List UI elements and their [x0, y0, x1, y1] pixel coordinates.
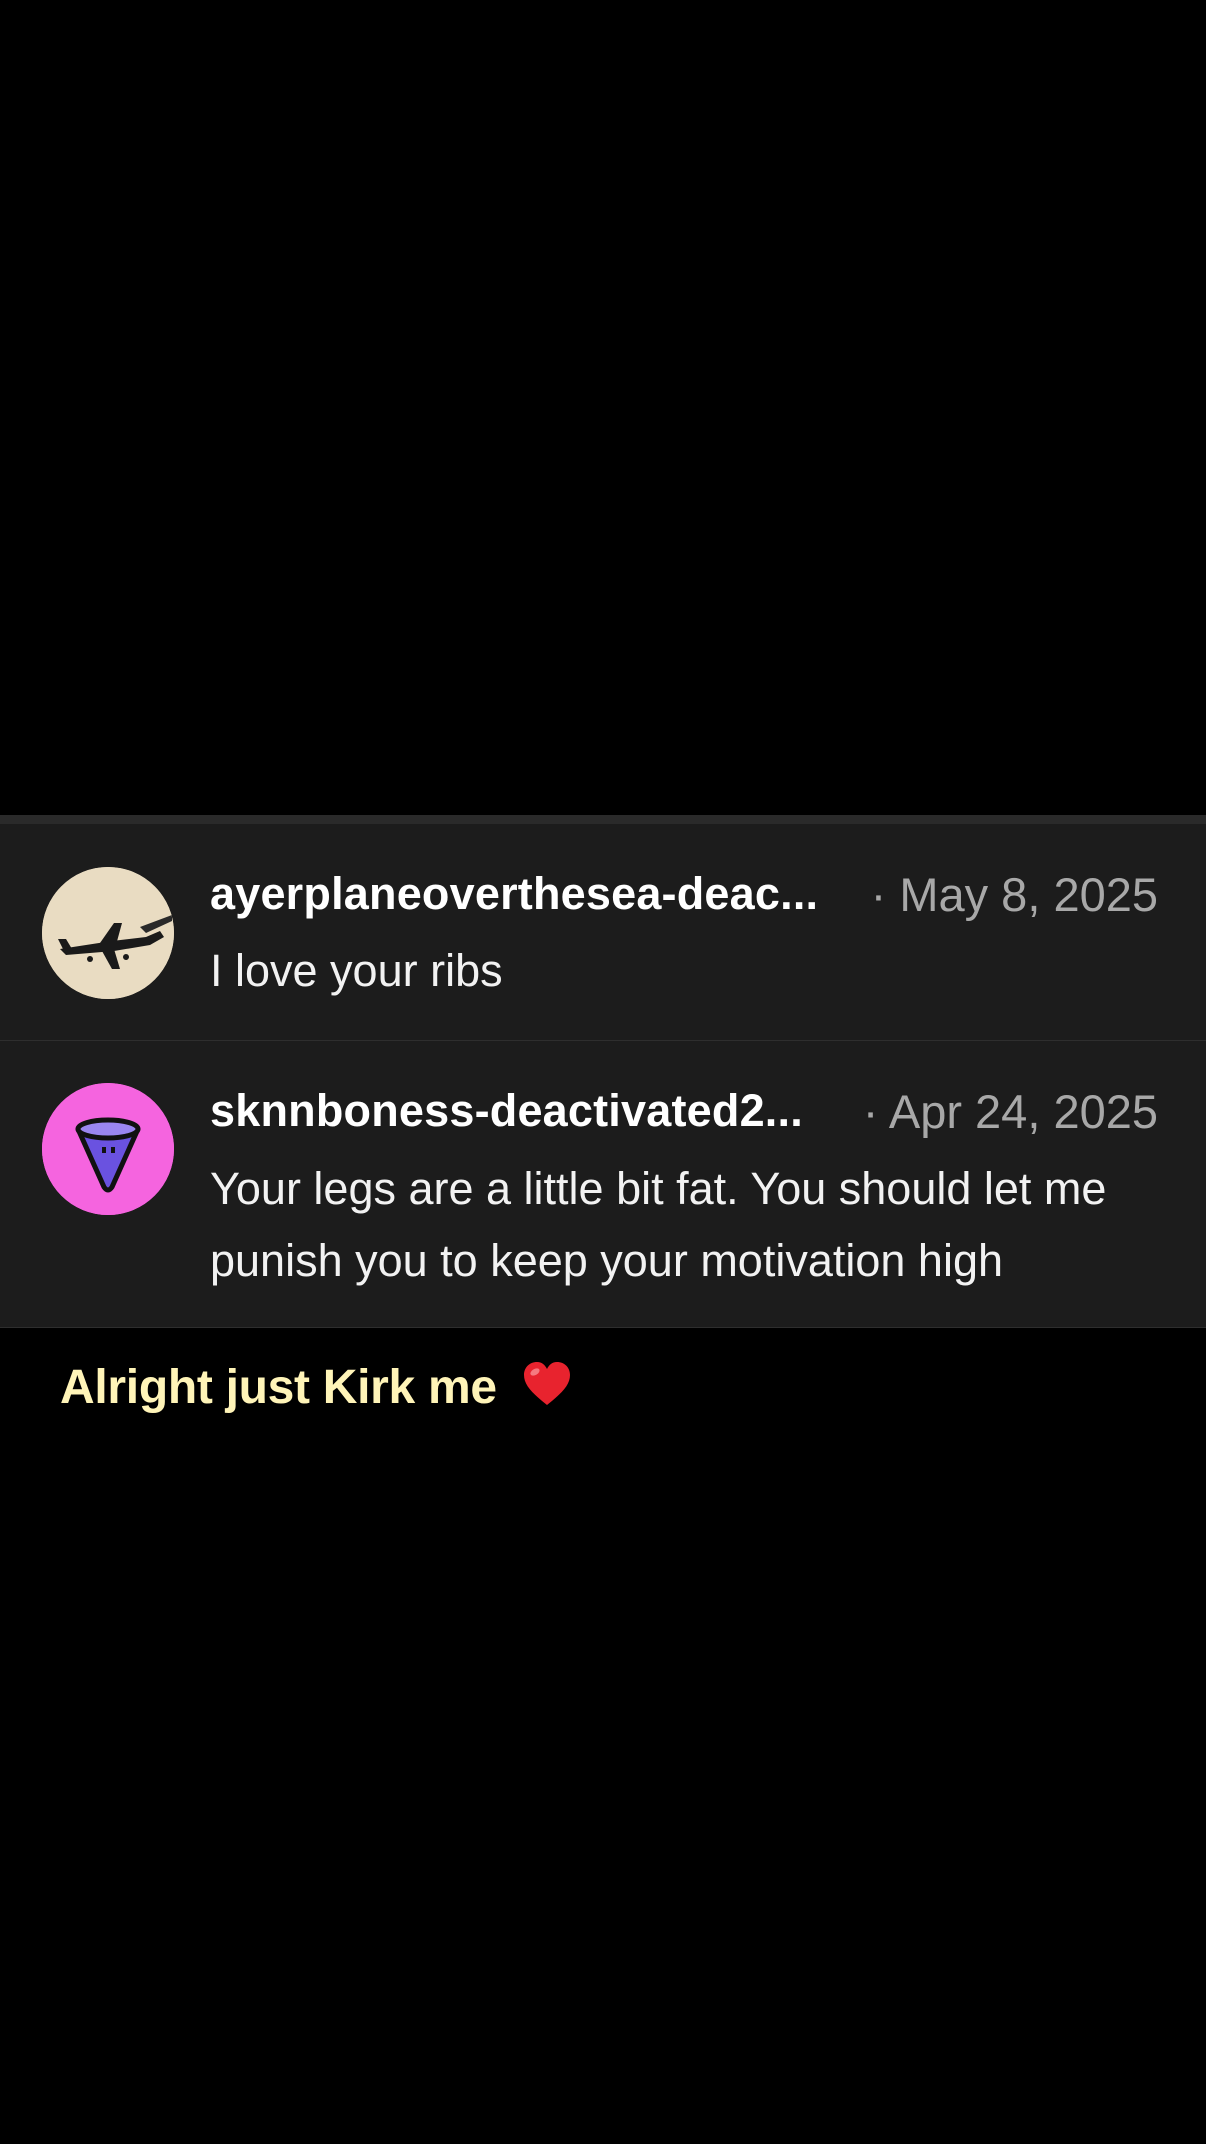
avatar[interactable] — [42, 867, 174, 999]
blank-image-area — [0, 0, 1206, 815]
caption: Alright just Kirk me — [60, 1360, 572, 1419]
comment-date: · Apr 24, 2025 — [862, 1084, 1158, 1138]
comment-date: · May 8, 2025 — [870, 867, 1158, 921]
panel-top-edge — [0, 815, 1206, 824]
airplane-icon — [42, 867, 174, 999]
comment-item[interactable]: sknnboness-deactivated2... · Apr 24, 202… — [0, 1041, 1206, 1328]
cone-icon — [42, 1083, 174, 1215]
comments-panel: ayerplaneoverthesea-deac... · May 8, 202… — [0, 824, 1206, 1328]
username-link[interactable]: ayerplaneoverthesea-deac... — [210, 868, 818, 920]
comment-text: I love your ribs — [210, 945, 503, 996]
comment-item[interactable]: ayerplaneoverthesea-deac... · May 8, 202… — [0, 824, 1206, 1040]
caption-text: Alright just Kirk me — [60, 1361, 497, 1414]
red-heart-icon — [522, 1361, 572, 1419]
comment-header: ayerplaneoverthesea-deac... · May 8, 202… — [210, 864, 1158, 924]
divider — [0, 1327, 1206, 1328]
comment-text: Your legs are a little bit fat. You shou… — [210, 1163, 1107, 1286]
avatar[interactable] — [42, 1083, 174, 1215]
username-link[interactable]: sknnboness-deactivated2... — [210, 1085, 803, 1137]
comment-header: sknnboness-deactivated2... · Apr 24, 202… — [210, 1081, 1158, 1141]
